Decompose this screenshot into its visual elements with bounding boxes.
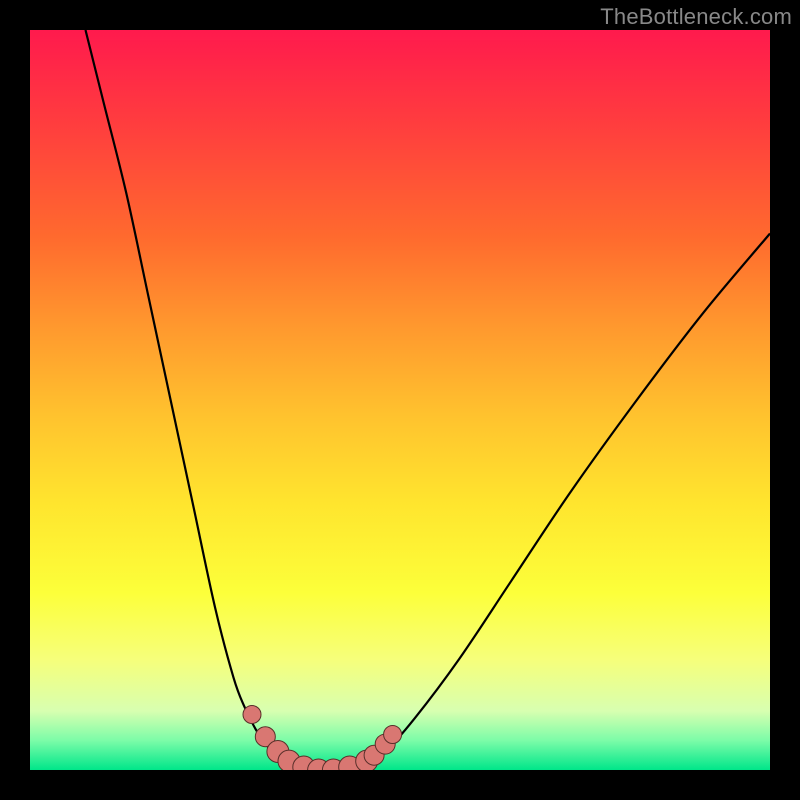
data-marker <box>243 706 261 724</box>
data-marker <box>384 725 402 743</box>
curve-right-branch <box>363 234 770 765</box>
curve-left-branch <box>86 30 290 764</box>
outer-frame: TheBottleneck.com <box>0 0 800 800</box>
marker-group <box>243 706 402 771</box>
bottleneck-chart <box>30 30 770 770</box>
watermark-text: TheBottleneck.com <box>600 4 792 30</box>
